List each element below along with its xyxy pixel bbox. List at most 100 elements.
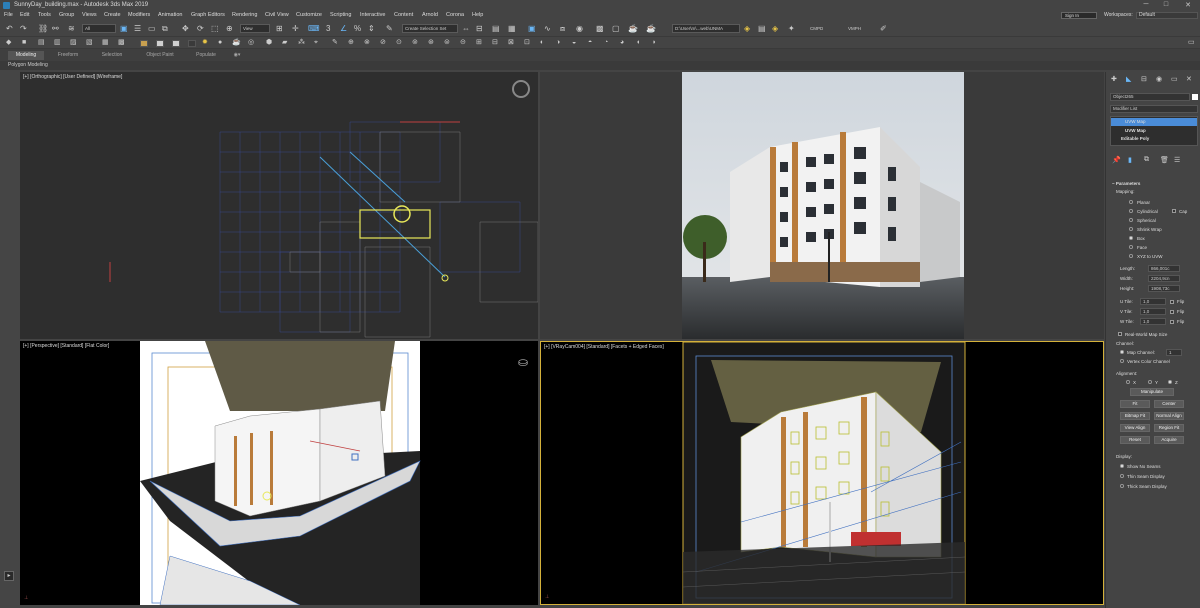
align-z-radio[interactable] (1168, 380, 1172, 384)
tool-w-icon[interactable]: ◒ (572, 38, 576, 48)
thick-seam-display-radio[interactable] (1120, 484, 1124, 488)
tool-m-icon[interactable]: ⊚ (412, 38, 418, 48)
show-no-seams-radio[interactable] (1120, 464, 1124, 468)
tube-icon[interactable]: ◎ (248, 38, 254, 48)
tab-freeform[interactable]: Freeform (48, 51, 88, 60)
select-object-icon[interactable]: ▣ (120, 24, 128, 34)
mapping-radio-spherical[interactable] (1129, 218, 1133, 222)
normal-align-button[interactable]: Normal Align (1154, 412, 1184, 420)
mapping-radio-xyz-to-uvw[interactable] (1129, 254, 1133, 258)
align-x-radio[interactable] (1126, 380, 1130, 384)
v-tile-field[interactable]: 1,0 (1140, 308, 1166, 315)
rectangular-selection-icon[interactable]: ▭ (148, 24, 156, 34)
vray-render-icon[interactable]: ◈ (772, 24, 778, 34)
u-flip-checkbox[interactable] (1170, 300, 1174, 304)
material-swatch-2[interactable] (156, 40, 164, 47)
undo-icon[interactable]: ↶ (6, 24, 13, 34)
project-folder-dropdown[interactable]: D:\User\m\...web\UNMA (672, 24, 740, 33)
menu-interactive[interactable]: Interactive (360, 12, 385, 18)
tool-n-icon[interactable]: ⊛ (428, 38, 434, 48)
tab-modeling[interactable]: Modeling (8, 51, 44, 60)
modify-tab-icon[interactable]: ◣ (1126, 75, 1131, 83)
viewport-orthographic[interactable]: [+] [Orthographic] [User Defined] [Wiref… (20, 72, 538, 339)
menu-rendering[interactable]: Rendering (232, 12, 257, 18)
script-icon[interactable]: ✦ (788, 24, 795, 34)
mapping-radio-shrink-wrap[interactable] (1129, 227, 1133, 231)
align-icon[interactable]: ⊟ (476, 24, 483, 34)
placement-icon[interactable]: ⊕ (226, 24, 233, 34)
tool-v-icon[interactable]: ◑ (556, 38, 560, 48)
cmpd-button[interactable]: CMPD (810, 26, 823, 31)
mapping-radio-face[interactable] (1129, 245, 1133, 249)
tool-i-icon[interactable]: ⊕ (348, 38, 354, 48)
pencil-icon[interactable]: ✐ (880, 24, 887, 34)
thin-seam-display-radio[interactable] (1120, 474, 1124, 478)
vray-frame-buffer-icon[interactable]: ▤ (758, 24, 766, 34)
region-fit-button[interactable]: Region Fit (1154, 424, 1184, 432)
hierarchy-tab-icon[interactable]: ⊟ (1141, 75, 1147, 83)
material-editor-icon[interactable]: ◉ (576, 24, 583, 34)
viewport-camera[interactable]: [+] [VRayCam004] [Standard] [Facets + Ed… (540, 341, 1104, 605)
minimize-button[interactable]: ─ (1140, 1, 1152, 10)
ribbon-options-icon[interactable]: ◉▾ (230, 51, 244, 60)
map-channel-radio[interactable] (1120, 350, 1124, 354)
viewport-render-preview[interactable] (540, 72, 1104, 339)
real-world-map-size-checkbox[interactable] (1118, 332, 1122, 336)
manipulate-button[interactable]: Manipulate (1130, 388, 1174, 396)
edit-named-selection-icon[interactable]: ✎ (386, 24, 393, 34)
center-button[interactable]: Center (1154, 400, 1184, 408)
rotate-icon[interactable]: ⟳ (197, 24, 204, 34)
viewport-label-orthographic[interactable]: [+] [Orthographic] [User Defined] [Wiref… (23, 74, 122, 80)
menu-customize[interactable]: Customize (296, 12, 322, 18)
pin-stack-icon[interactable]: 📌 (1112, 156, 1121, 164)
tool-a-icon[interactable]: ◆ (6, 38, 11, 48)
tool-j-icon[interactable]: ⊗ (364, 38, 370, 48)
link-icon[interactable]: ⛓ (38, 24, 48, 34)
menu-views[interactable]: Views (82, 12, 97, 18)
expand-panel-icon[interactable]: ▸ (4, 571, 14, 581)
spinner-snap-icon[interactable]: ⇕ (368, 24, 375, 34)
toggle-layer-explorer-icon[interactable]: ▦ (508, 24, 516, 34)
object-name-field[interactable]: Object265 (1110, 93, 1190, 101)
acquire-button[interactable]: Acquire (1154, 436, 1184, 444)
curve-editor-icon[interactable]: ∿ (544, 24, 551, 34)
sign-in-dropdown[interactable]: Sign In (1061, 12, 1097, 19)
stack-item-selected[interactable]: UVW Map (1111, 118, 1197, 126)
fur-icon[interactable]: ⁂ (298, 38, 305, 48)
named-selection-set-dropdown[interactable]: Create Selection Set (402, 24, 458, 33)
close-button[interactable]: ✕ (1182, 1, 1194, 10)
reset-button[interactable]: Reset (1120, 436, 1150, 444)
redo-icon[interactable]: ↷ (20, 24, 27, 34)
menu-scripting[interactable]: Scripting (330, 12, 351, 18)
menu-modifiers[interactable]: Modifiers (128, 12, 150, 18)
menu-civil-view[interactable]: Civil View (265, 12, 289, 18)
fit-button[interactable]: Fit (1120, 400, 1150, 408)
teapot-icon[interactable]: ☕ (232, 38, 241, 48)
menu-group[interactable]: Group (59, 12, 74, 18)
cap-checkbox[interactable] (1172, 209, 1176, 213)
tab-selection[interactable]: Selection (92, 51, 132, 60)
viewport-label-perspective[interactable]: [+] [Perspective] [Standard] [Flat Color… (23, 343, 109, 349)
tab-object-paint[interactable]: Object Paint (138, 51, 182, 60)
mapping-radio-box[interactable] (1129, 236, 1133, 240)
light-icon[interactable]: ✹ (202, 38, 208, 48)
menu-edit[interactable]: Edit (20, 12, 29, 18)
height-field[interactable]: 1908,73c (1148, 285, 1180, 292)
tool-u-icon[interactable]: ◐ (540, 38, 544, 48)
bind-space-warp-icon[interactable]: ≋ (68, 24, 75, 34)
viewcube-hat-icon[interactable]: ⛀ (518, 355, 528, 369)
object-color-swatch[interactable] (1192, 94, 1198, 100)
viewcube-icon[interactable] (512, 80, 530, 98)
angle-snap-icon[interactable]: ∠ (340, 24, 347, 34)
rendered-frame-window-icon[interactable]: ▢ (612, 24, 620, 34)
bitmap-fit-button[interactable]: Bitmap Fit (1120, 412, 1150, 420)
vertex-color-channel-radio[interactable] (1120, 359, 1124, 363)
sphere-icon[interactable]: ● (218, 38, 222, 48)
window-crossing-icon[interactable]: ⧉ (162, 24, 168, 34)
tab-populate[interactable]: Populate (186, 51, 226, 60)
schematic-view-icon[interactable]: ⧈ (560, 24, 565, 34)
tool-l-icon[interactable]: ⊙ (396, 38, 402, 48)
menu-create[interactable]: Create (104, 12, 121, 18)
tool-c-icon[interactable]: ▤ (38, 38, 45, 48)
plane-icon[interactable]: ▰ (282, 38, 287, 48)
